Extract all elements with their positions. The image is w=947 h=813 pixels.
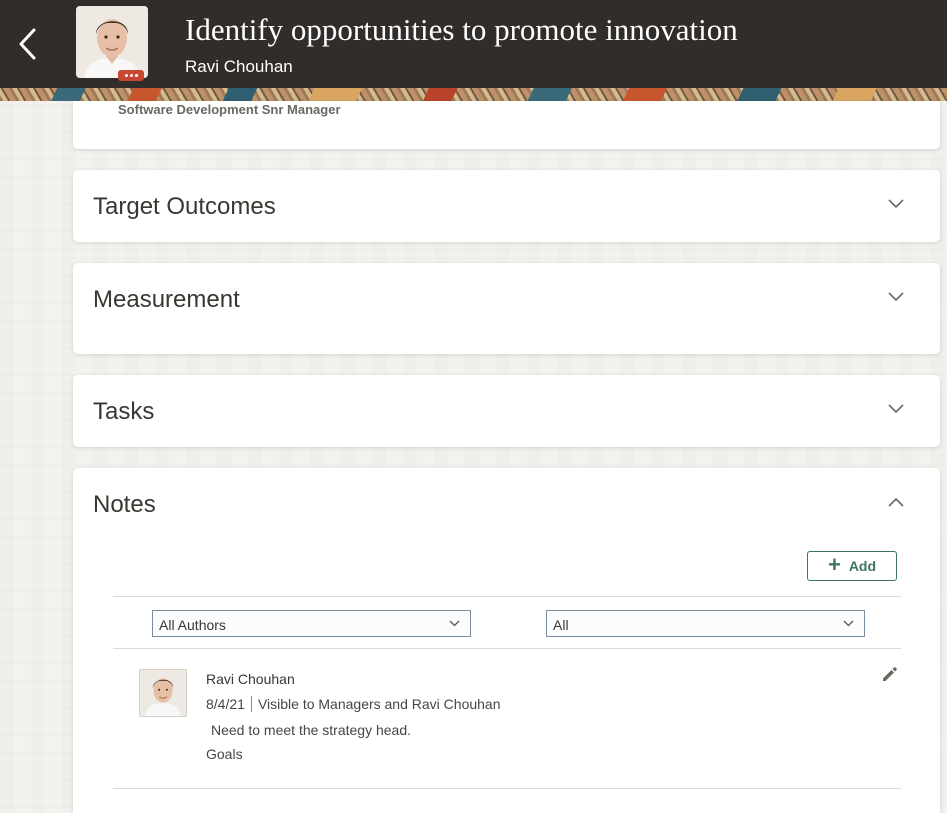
note-category: Goals <box>206 746 243 762</box>
notes-section: Notes + Add All Authors All Ravi Chouhan… <box>73 468 940 813</box>
chevron-left-icon <box>19 28 36 60</box>
author-filter-select[interactable]: All Authors <box>152 610 471 637</box>
job-title: Software Development Snr Manager <box>118 102 341 117</box>
visibility-filter-select[interactable]: All <box>546 610 865 637</box>
note-text: Need to meet the strategy head. <box>211 722 412 738</box>
section-title-target-outcomes: Target Outcomes <box>93 193 276 220</box>
pencil-icon[interactable] <box>881 665 899 683</box>
employee-name: Ravi Chouhan <box>185 57 293 76</box>
chevron-down-icon <box>843 620 854 627</box>
chevron-up-icon[interactable] <box>888 497 904 507</box>
section-title-notes: Notes <box>93 491 156 518</box>
divider <box>113 648 901 649</box>
page-header: Identify opportunities to promote innova… <box>0 0 947 90</box>
target-outcomes-section[interactable]: Target Outcomes <box>73 170 940 242</box>
decorative-banner <box>0 88 947 101</box>
chevron-down-icon[interactable] <box>888 292 904 302</box>
presence-badge <box>118 70 144 81</box>
plus-icon: + <box>827 552 841 577</box>
person-photo-icon <box>76 6 148 78</box>
note-author: Ravi Chouhan <box>206 671 295 687</box>
back-button[interactable] <box>14 26 44 62</box>
measurement-section[interactable]: Measurement <box>73 263 940 354</box>
chevron-down-icon[interactable] <box>888 199 904 209</box>
tasks-section[interactable]: Tasks <box>73 375 940 447</box>
profile-card: Software Development Snr Manager <box>73 101 940 149</box>
add-note-label: Add <box>848 558 877 574</box>
employee-avatar[interactable] <box>76 6 148 78</box>
separator <box>250 696 252 712</box>
person-photo-icon <box>140 670 186 716</box>
note-author-avatar[interactable] <box>139 669 187 717</box>
chevron-down-icon[interactable] <box>888 404 904 414</box>
section-title-tasks: Tasks <box>93 398 155 425</box>
add-note-button[interactable]: + Add <box>807 551 897 581</box>
chevron-down-icon <box>449 620 460 627</box>
divider <box>113 788 901 789</box>
note-date: 8/4/21 <box>206 696 245 712</box>
note-meta: 8/4/21 Visible to Managers and Ravi Chouh… <box>206 696 501 712</box>
author-filter-value: All Authors <box>159 617 226 633</box>
divider <box>113 596 901 597</box>
visibility-filter-value: All <box>553 617 569 633</box>
note-visibility: Visible to Managers and Ravi Chouhan <box>257 696 501 712</box>
section-title-measurement: Measurement <box>93 286 240 313</box>
page-title: Identify opportunities to promote innova… <box>185 12 738 47</box>
